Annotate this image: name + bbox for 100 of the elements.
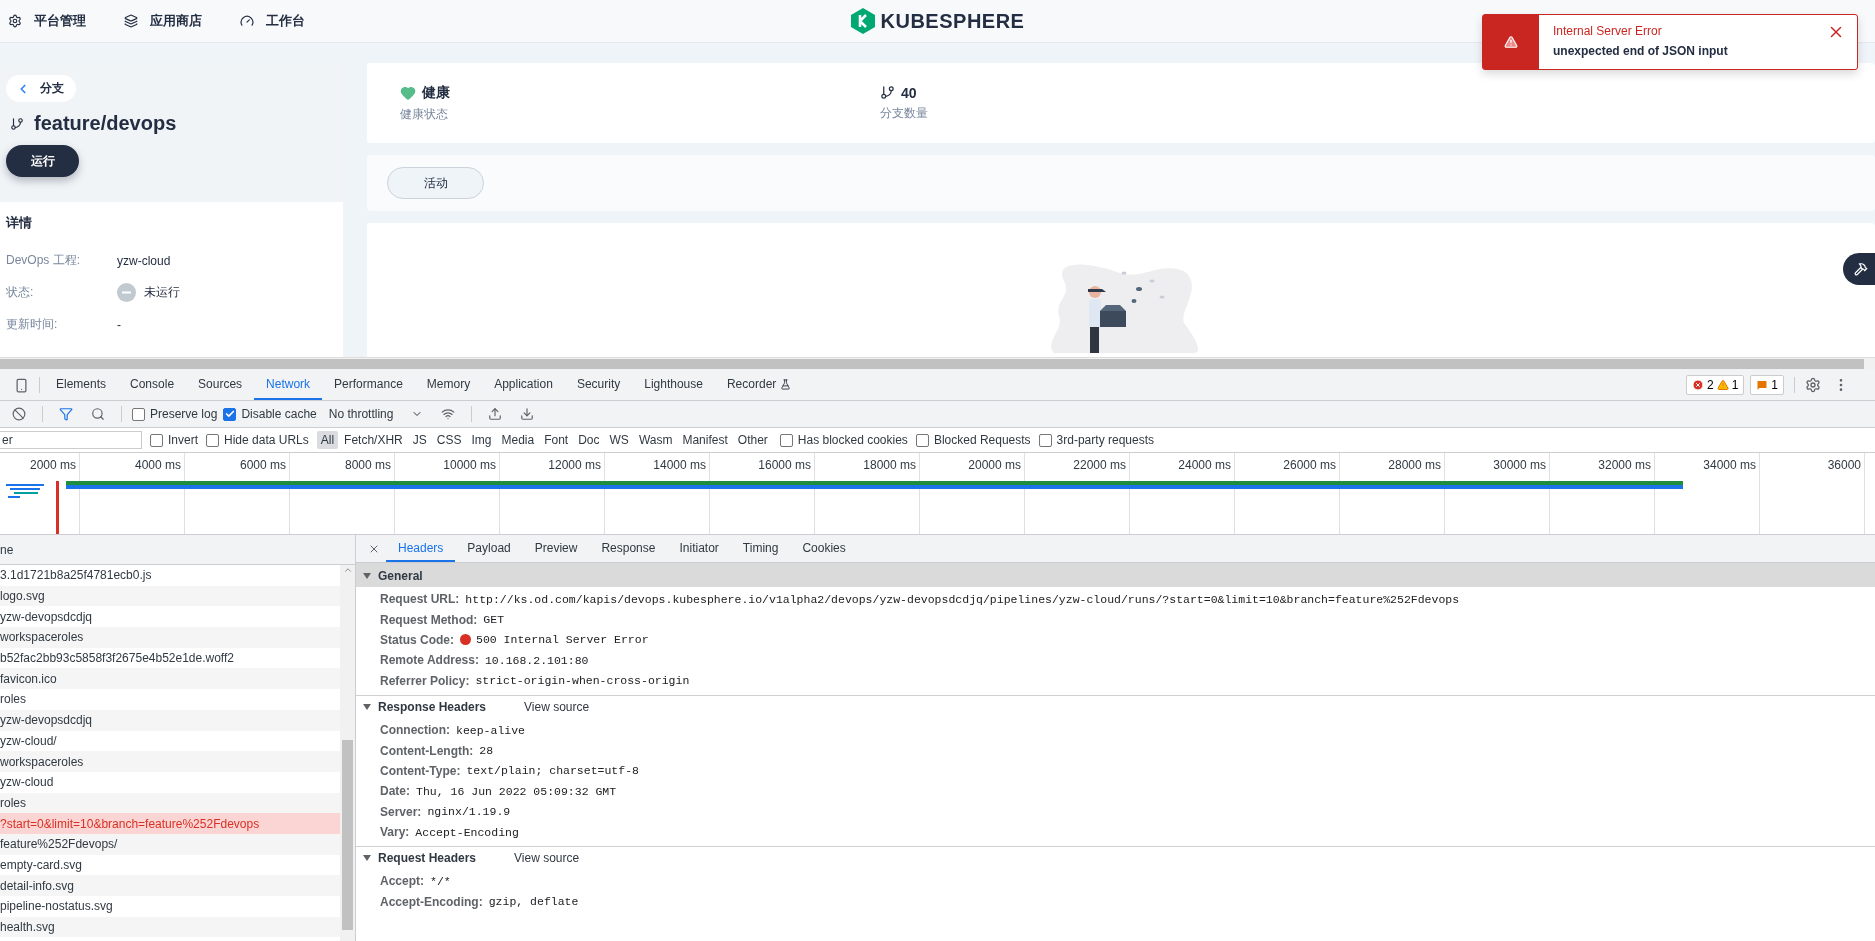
stat-value: 健康 [422, 83, 450, 102]
checkbox[interactable]: Has blocked cookies [779, 433, 908, 447]
time-tick: 8000 ms [344, 458, 391, 472]
type-filter[interactable]: Other [733, 431, 772, 449]
type-filter[interactable]: Doc [574, 431, 604, 449]
section-title[interactable]: General [378, 568, 423, 583]
time-tick: 36000 [1827, 458, 1861, 472]
detail-label: 状态: [6, 284, 35, 301]
request-row[interactable]: workspaceroles [0, 627, 341, 648]
devtools-tab[interactable]: Console [118, 370, 187, 400]
check-icon [224, 409, 235, 419]
request-row[interactable]: detail-info.svg [0, 875, 341, 896]
devtools-tab[interactable]: Application [482, 370, 565, 400]
header-name: Connection: [380, 723, 450, 738]
view-source-link[interactable]: View source [524, 699, 590, 714]
column-header[interactable]: ne [0, 542, 14, 557]
checkbox[interactable]: Invert [150, 433, 198, 447]
checkbox[interactable]: Hide data URLs [206, 433, 309, 447]
devtools-tab[interactable]: Lighthouse [632, 370, 715, 400]
section-title[interactable]: Response Headers [378, 699, 487, 714]
throttling-select[interactable]: No throttling [322, 406, 430, 422]
activity-tab[interactable]: 活动 [387, 167, 484, 199]
layers-icon [124, 14, 138, 28]
nav-link[interactable]: 平台管理 [8, 12, 86, 30]
type-filter[interactable]: CSS [432, 431, 466, 449]
stat-value: 40 [901, 84, 917, 101]
header-value: 500 Internal Server Error [460, 633, 649, 647]
devtools-tab[interactable]: Security [564, 370, 633, 400]
time-tick: 26000 ms [1283, 458, 1336, 472]
devtools-tab[interactable]: Elements [44, 370, 119, 400]
scrollbar-thumb[interactable] [0, 359, 1864, 369]
filter-field[interactable]: er [0, 431, 142, 449]
type-filter[interactable]: Img [467, 431, 496, 449]
header-value: 10.168.2.101:80 [484, 653, 589, 667]
header-value: text/plain; charset=utf-8 [466, 764, 639, 778]
type-filter[interactable]: JS [408, 431, 431, 449]
tools-button[interactable] [1843, 253, 1875, 285]
detail-tab[interactable]: Preview [522, 535, 590, 562]
request-row[interactable]: roles [0, 792, 341, 814]
hammer-icon [1854, 262, 1868, 276]
back-button[interactable]: 分支 [6, 75, 76, 102]
detail-tab[interactable]: Initiator [667, 535, 731, 562]
run-button[interactable]: 运行 [6, 145, 79, 177]
request-row[interactable]: health.svg [0, 916, 341, 938]
detail-tab[interactable]: Payload [455, 535, 523, 562]
devtools-tab[interactable]: Sources [186, 370, 255, 400]
type-filter[interactable]: Manifest [678, 431, 732, 449]
type-filter[interactable]: Media [497, 431, 539, 449]
header-value: gzip, deflate [488, 895, 579, 909]
nav-link[interactable]: 工作台 [240, 12, 305, 30]
time-tick: 14000 ms [653, 458, 706, 472]
expand-icon[interactable] [362, 854, 372, 863]
request-row[interactable]: workspaceroles [0, 751, 341, 772]
detail-tab[interactable]: Timing [730, 535, 791, 562]
issue-icon [1756, 379, 1769, 391]
time-tick: 18000 ms [863, 458, 916, 472]
type-filter[interactable]: All [316, 431, 339, 449]
checkbox[interactable]: 3rd-party requests [1038, 433, 1154, 447]
expand-icon[interactable] [362, 571, 372, 580]
error-icon [1691, 379, 1704, 391]
detail-label: DevOps 工程: [6, 252, 81, 269]
request-row[interactable]: logo.svg [0, 585, 341, 607]
time-tick: 2000 ms [29, 458, 76, 472]
checkbox[interactable]: Preserve log [132, 407, 218, 421]
header-value: nginx/1.19.9 [427, 805, 511, 819]
view-source-link[interactable]: View source [514, 851, 580, 866]
header-name: Remote Address: [380, 653, 479, 668]
type-filter[interactable]: Font [540, 431, 573, 449]
time-tick: 20000 ms [968, 458, 1021, 472]
time-tick: 12000 ms [548, 458, 601, 472]
error-dot-icon [460, 634, 471, 646]
nav-link[interactable]: 应用商店 [124, 12, 202, 30]
devtools-tab[interactable]: Performance [322, 370, 415, 400]
request-row[interactable]: favicon.ico [0, 668, 341, 690]
checkbox[interactable]: Disable cache [223, 407, 317, 421]
stat-label: 分支数量 [880, 104, 929, 122]
detail-tab[interactable]: Cookies [790, 535, 858, 562]
type-filter[interactable]: Fetch/XHR [340, 431, 407, 449]
type-filter[interactable]: WS [605, 431, 633, 449]
time-tick: 34000 ms [1703, 458, 1756, 472]
type-filter[interactable]: Wasm [634, 431, 677, 449]
not-run-icon [117, 283, 136, 302]
section-title[interactable]: Request Headers [378, 851, 477, 866]
devtools-tab[interactable]: Memory [414, 370, 483, 400]
header-name: Request URL: [380, 592, 460, 607]
detail-value: yzw-cloud [117, 253, 172, 268]
request-row[interactable]: feature%252Fdevops/ [0, 833, 341, 855]
stat-label: 健康状态 [400, 105, 449, 123]
problems-counter[interactable]: 2 1 [1685, 375, 1745, 395]
scrollbar-thumb[interactable] [342, 740, 353, 930]
toast-title: Internal Server Error [1553, 24, 1663, 38]
issues-counter[interactable]: 1 [1750, 375, 1784, 395]
header-name: Date: [380, 784, 410, 799]
devtools-tab[interactable]: Recorder [714, 370, 804, 400]
request-row[interactable]: ?start=0&limit=10&branch=feature%252Fdevops [0, 813, 341, 834]
detail-tab[interactable]: Response [589, 535, 668, 562]
gauge-icon [240, 14, 254, 28]
expand-icon[interactable] [362, 702, 372, 711]
request-row[interactable]: yzw-devopsdcdjq [0, 709, 341, 731]
checkbox[interactable]: Blocked Requests [915, 433, 1031, 447]
